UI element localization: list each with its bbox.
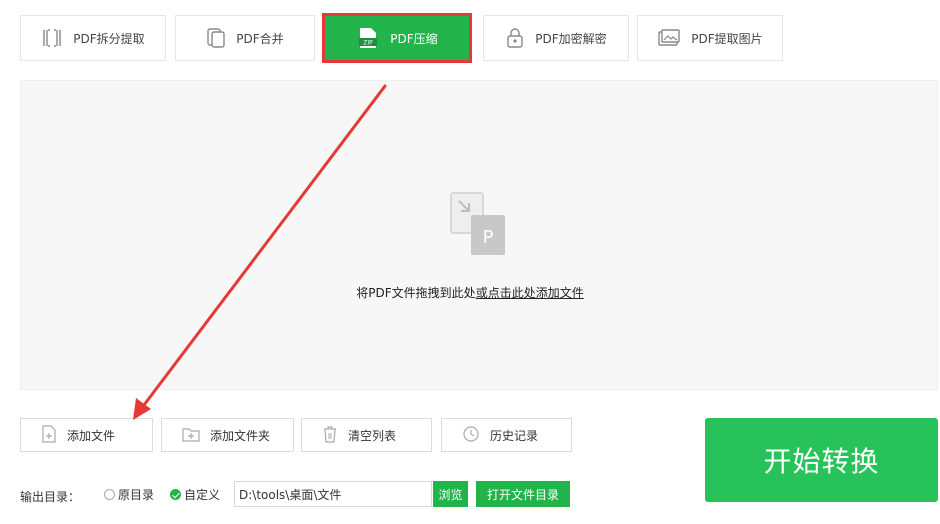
add-file-button[interactable]: 添加文件 <box>20 418 153 452</box>
drop-instructions: 将PDF文件拖拽到此处或点击此处添加文件 <box>0 284 940 301</box>
radio-unchecked-icon <box>104 489 115 500</box>
tab-pdf-split[interactable]: PDF拆分提取 <box>20 15 166 61</box>
lock-icon <box>505 27 525 49</box>
pdf-icon-letter: P <box>483 227 494 248</box>
image-icon <box>657 28 681 48</box>
merge-icon <box>206 27 226 49</box>
history-label: 历史记录 <box>490 428 539 443</box>
start-convert-button[interactable]: 开始转换 <box>705 418 938 502</box>
radio-custom-dir[interactable]: 自定义 <box>170 486 220 503</box>
tab-pdf-merge[interactable]: PDF合并 <box>175 15 315 61</box>
zip-badge-text: ZIP <box>364 40 374 47</box>
zip-icon: ZIP <box>356 26 380 50</box>
add-folder-button[interactable]: 添加文件夹 <box>161 418 294 452</box>
add-folder-label: 添加文件夹 <box>210 428 271 443</box>
history-button[interactable]: 历史记录 <box>441 418 572 452</box>
radio-original-dir[interactable]: 原目录 <box>104 486 154 503</box>
tab-label: PDF合并 <box>236 31 284 46</box>
open-folder-button[interactable]: 打开文件目录 <box>476 481 570 507</box>
clock-icon <box>462 425 480 446</box>
add-folder-icon <box>182 426 200 445</box>
tab-pdf-compress[interactable]: ZIP PDF压缩 <box>322 13 472 63</box>
clear-list-label: 清空列表 <box>348 428 397 443</box>
browse-button[interactable]: 浏览 <box>433 481 468 507</box>
tab-label: PDF加密解密 <box>535 31 607 46</box>
pdf-file-icon: P <box>449 191 507 257</box>
clear-list-button[interactable]: 清空列表 <box>301 418 432 452</box>
drop-text-prefix: 将PDF文件拖拽到此处 <box>356 286 476 300</box>
trash-icon <box>322 425 338 446</box>
tab-label: PDF压缩 <box>390 31 438 46</box>
split-icon <box>41 28 63 48</box>
tab-label: PDF提取图片 <box>691 31 763 46</box>
output-path-input[interactable] <box>234 481 432 507</box>
tab-pdf-encrypt[interactable]: PDF加密解密 <box>483 15 629 61</box>
radio-original-label: 原目录 <box>118 488 155 502</box>
add-file-link[interactable]: 或点击此处添加文件 <box>476 286 584 300</box>
tab-label: PDF拆分提取 <box>73 31 145 46</box>
add-file-icon <box>41 424 57 446</box>
radio-checked-icon <box>170 489 181 500</box>
tab-pdf-extract-images[interactable]: PDF提取图片 <box>637 15 783 61</box>
radio-custom-label: 自定义 <box>184 488 221 502</box>
output-dir-label: 输出目录： <box>20 490 81 504</box>
add-file-label: 添加文件 <box>67 428 116 443</box>
